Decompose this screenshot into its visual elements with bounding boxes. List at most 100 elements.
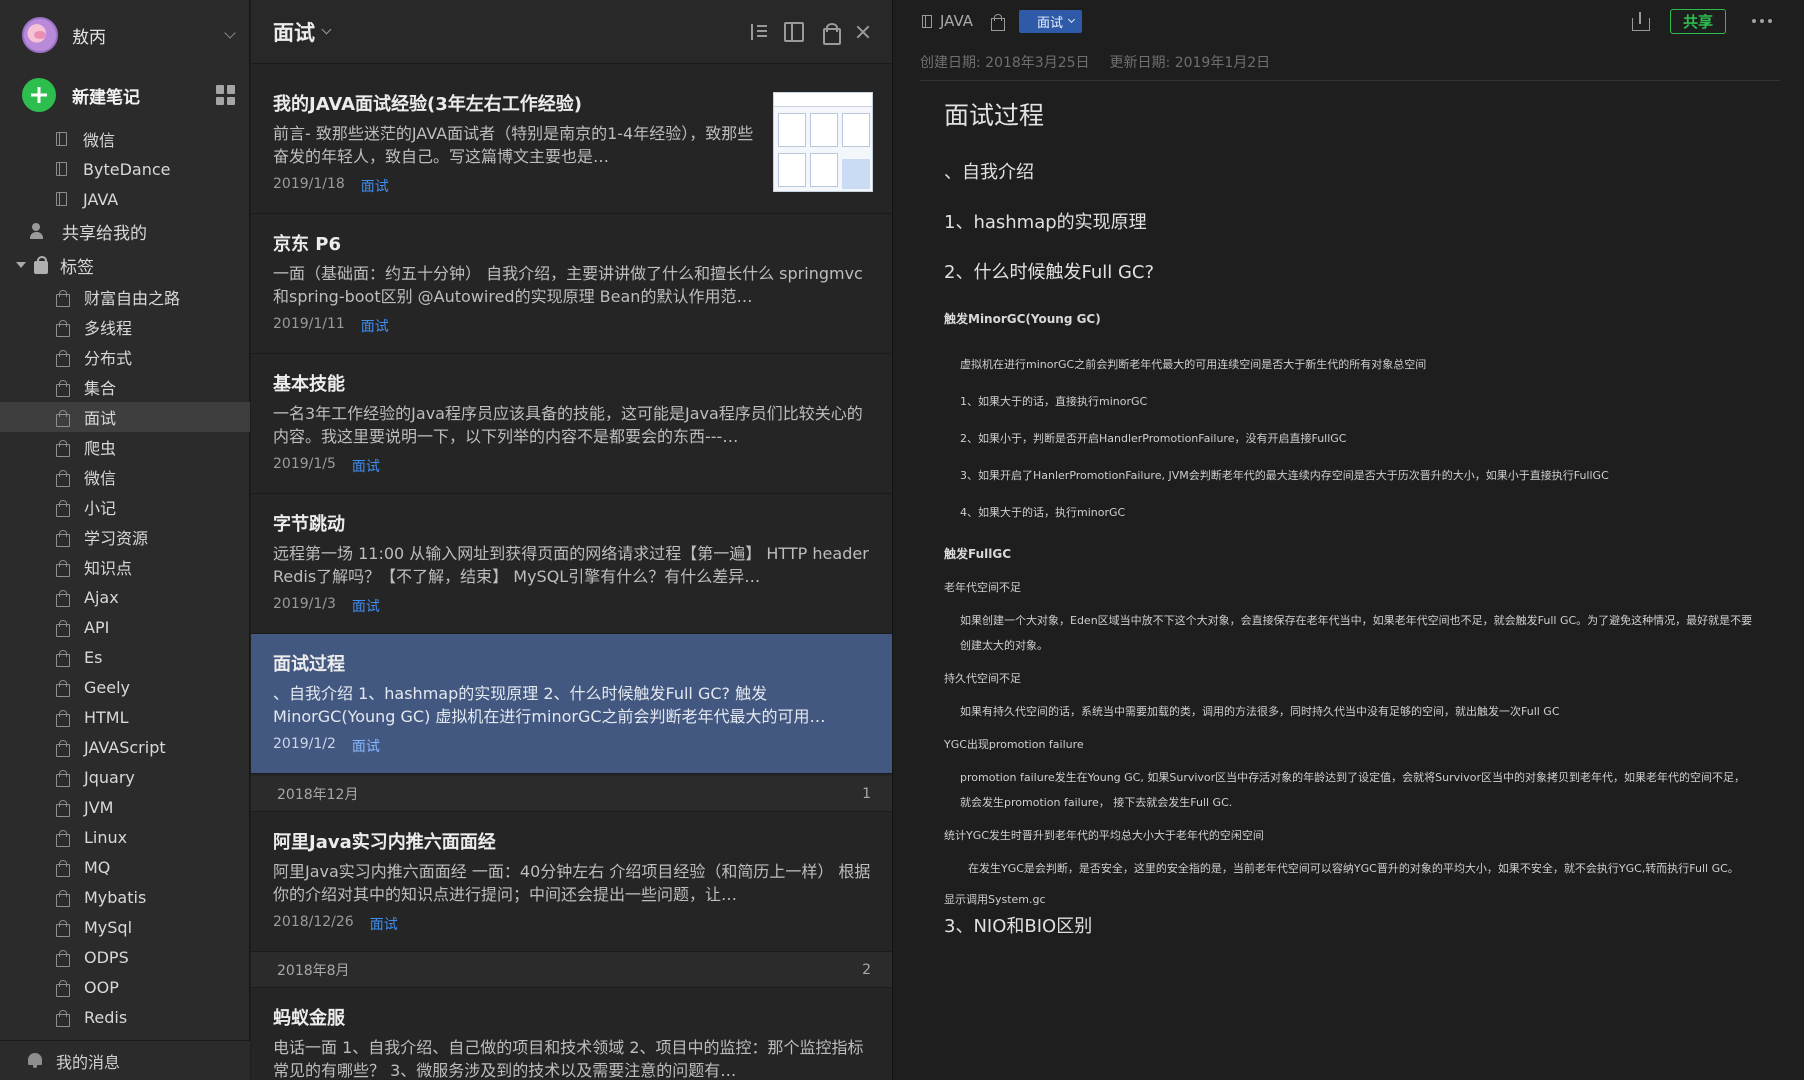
sidebar-item-tag[interactable]: 学习资源: [0, 522, 250, 552]
notebook-icon: [56, 162, 67, 176]
paragraph: 如果创建一个大对象，Eden区域当中放不下这个大对象，会直接保存在老年代当中，如…: [960, 614, 1753, 652]
sidebar-item-tag[interactable]: Linux: [0, 822, 250, 852]
my-messages[interactable]: 我的消息: [0, 1040, 250, 1080]
sidebar-item-tag[interactable]: Geely: [0, 672, 250, 702]
view-layout-icon[interactable]: [784, 21, 804, 42]
note-body[interactable]: 面试过程 、自我介绍 1、hashmap的实现原理 2、什么时候触发Full G…: [944, 96, 1754, 940]
tag-label: Linux: [84, 827, 128, 847]
avatar[interactable]: [22, 17, 58, 53]
note-editor: JAVA 面试 共享 创建日期: 2018年3月25日 更新日期: 2019年1…: [894, 0, 1804, 1080]
sidebar-item-tag[interactable]: OOP: [0, 972, 250, 1002]
sidebar-item-tag[interactable]: MySql: [0, 912, 250, 942]
sidebar-item-tag[interactable]: JVM: [0, 792, 250, 822]
chevron-down-icon[interactable]: [224, 27, 236, 39]
sidebar-item-tag[interactable]: MQ: [0, 852, 250, 882]
tag-icon: [56, 499, 70, 517]
paragraph: 1、如果大于的话，直接执行minorGC: [960, 395, 1148, 408]
note-tag[interactable]: 面试: [352, 456, 380, 476]
note-list-title[interactable]: 面试: [273, 17, 315, 47]
sort-icon[interactable]: [748, 22, 768, 42]
note-tag[interactable]: 面试: [352, 736, 380, 756]
sidebar-item-tag[interactable]: 微信: [0, 462, 250, 492]
sidebar-item-tag[interactable]: 财富自由之路: [0, 282, 250, 312]
month-label: 2018年12月: [277, 786, 359, 803]
grid-icon[interactable]: [216, 85, 236, 105]
export-icon[interactable]: [1631, 12, 1650, 31]
note-snippet: 远程第一场 11:00 从输入网址到获得页面的网络请求过程【第一遍】 HTTP …: [273, 544, 869, 586]
sidebar-item-notebook[interactable]: ByteDance: [0, 154, 250, 184]
note-tag[interactable]: 面试: [361, 176, 389, 196]
sidebar-item-tag[interactable]: 小记: [0, 492, 250, 522]
share-button[interactable]: 共享: [1669, 8, 1726, 34]
tag-icon: [56, 559, 70, 577]
sidebar-item-tag[interactable]: JAVAScript: [0, 732, 250, 762]
note-snippet: 、自我介绍 1、hashmap的实现原理 2、什么时候触发Full GC? 触发…: [273, 684, 826, 726]
sidebar-item-notebook[interactable]: 微信: [0, 124, 250, 154]
list-item[interactable]: 我的JAVA面试经验(3年左右工作经验) 前言- 致那些迷茫的JAVA面试者（特…: [251, 74, 892, 214]
sidebar-item-tag[interactable]: Jquary: [0, 762, 250, 792]
paragraph: YGC出现promotion failure: [944, 738, 1084, 751]
divider: [920, 80, 1780, 81]
note-list-header: 面试: [251, 0, 892, 64]
list-item[interactable]: 字节跳动 远程第一场 11:00 从输入网址到获得页面的网络请求过程【第一遍】 …: [251, 494, 892, 634]
paragraph: 3、如果开启了HanlerPromotionFailure, JVM会判断老年代…: [960, 469, 1609, 482]
sidebar-item-tag[interactable]: ODPS: [0, 942, 250, 972]
new-note-button[interactable]: 新建笔记: [22, 78, 238, 112]
sidebar-item-tag[interactable]: Ajax: [0, 582, 250, 612]
note-title: 我的JAVA面试经验(3年左右工作经验): [273, 94, 583, 115]
list-item[interactable]: 蚂蚁金服 电话一面 1、自我介绍、自己做的项目和技术领域 2、项目中的监控：那个…: [251, 988, 892, 1080]
note-snippet: 一名3年工作经验的Java程序员应该具备的技能，这可能是Java程序员们比较关心…: [273, 404, 863, 446]
note-date: 2019/1/5: [273, 456, 336, 472]
tag-label: 集合: [84, 379, 117, 398]
more-icon[interactable]: [1752, 19, 1776, 23]
sidebar-item-shared[interactable]: 共享给我的: [0, 214, 250, 248]
close-icon[interactable]: [856, 25, 870, 39]
tag-label: 面试: [84, 409, 117, 428]
note-tag[interactable]: 面试: [361, 316, 389, 336]
caret-down-icon[interactable]: [16, 262, 26, 268]
sidebar-item-tag[interactable]: 集合: [0, 372, 250, 402]
tag-label: JVM: [84, 797, 114, 817]
sidebar-item-tag[interactable]: 多线程: [0, 312, 250, 342]
plus-icon[interactable]: [22, 78, 56, 112]
created-date: 创建日期: 2018年3月25日: [920, 55, 1090, 71]
sidebar-item-tag[interactable]: HTML: [0, 702, 250, 732]
list-item[interactable]: 京东 P6 一面（基础面：约五十分钟） 自我介绍，主要讲讲做了什么和擅长什么 s…: [251, 214, 892, 354]
editor-notebook[interactable]: JAVA: [940, 12, 973, 30]
sidebar-item-tag[interactable]: Redis: [0, 1002, 250, 1032]
tag-icon: [56, 1009, 70, 1027]
list-item[interactable]: 基本技能 一名3年工作经验的Java程序员应该具备的技能，这可能是Java程序员…: [251, 354, 892, 494]
month-divider: 2018年12月 1: [251, 776, 892, 812]
tag-filter-icon[interactable]: [820, 22, 841, 45]
nav-list: 微信 ByteDance JAVA 共享给我的 标签 财富自由之路 多线程 分布…: [0, 124, 250, 1032]
tag-icon: [56, 889, 70, 907]
sidebar-item-tag[interactable]: Mybatis: [0, 882, 250, 912]
sidebar-item-notebook[interactable]: JAVA: [0, 184, 250, 214]
note-title: 基本技能: [273, 374, 345, 395]
tag-icon[interactable]: [991, 13, 1006, 31]
sidebar-item-tag-active[interactable]: 面试: [0, 402, 250, 432]
sidebar-item-tag[interactable]: Es: [0, 642, 250, 672]
user-menu[interactable]: 敖丙: [22, 16, 238, 54]
chevron-down-icon[interactable]: [1068, 15, 1076, 24]
tag-label: 微信: [84, 469, 117, 488]
tag-label: 学习资源: [84, 529, 149, 548]
note-thumbnail: [773, 92, 873, 192]
tag-icon: [56, 919, 70, 937]
note-tag[interactable]: 面试: [370, 914, 398, 934]
note-meta: 2019/1/11 面试: [273, 316, 871, 336]
doc-title[interactable]: 面试过程: [944, 96, 1754, 136]
editor-tag-pill[interactable]: 面试: [1019, 9, 1083, 33]
sidebar-item-tags[interactable]: 标签: [0, 248, 250, 282]
chevron-down-icon[interactable]: [321, 24, 332, 35]
note-tag[interactable]: 面试: [352, 596, 380, 616]
tag-label: 财富自由之路: [84, 289, 181, 308]
sidebar-item-tag[interactable]: 知识点: [0, 552, 250, 582]
list-item[interactable]: 阿里Java实习内推六面面经 阿里Java实习内推六面面经 一面：40分钟左右 …: [251, 812, 892, 952]
sidebar-item-tag[interactable]: API: [0, 612, 250, 642]
sidebar-item-tag[interactable]: 爬虫: [0, 432, 250, 462]
sidebar-item-tag[interactable]: 分布式: [0, 342, 250, 372]
list-item-selected[interactable]: 面试过程 、自我介绍 1、hashmap的实现原理 2、什么时候触发Full G…: [251, 634, 892, 774]
tag-label: 小记: [84, 499, 117, 518]
subheading: 触发MinorGC(Young GC): [944, 312, 1101, 326]
